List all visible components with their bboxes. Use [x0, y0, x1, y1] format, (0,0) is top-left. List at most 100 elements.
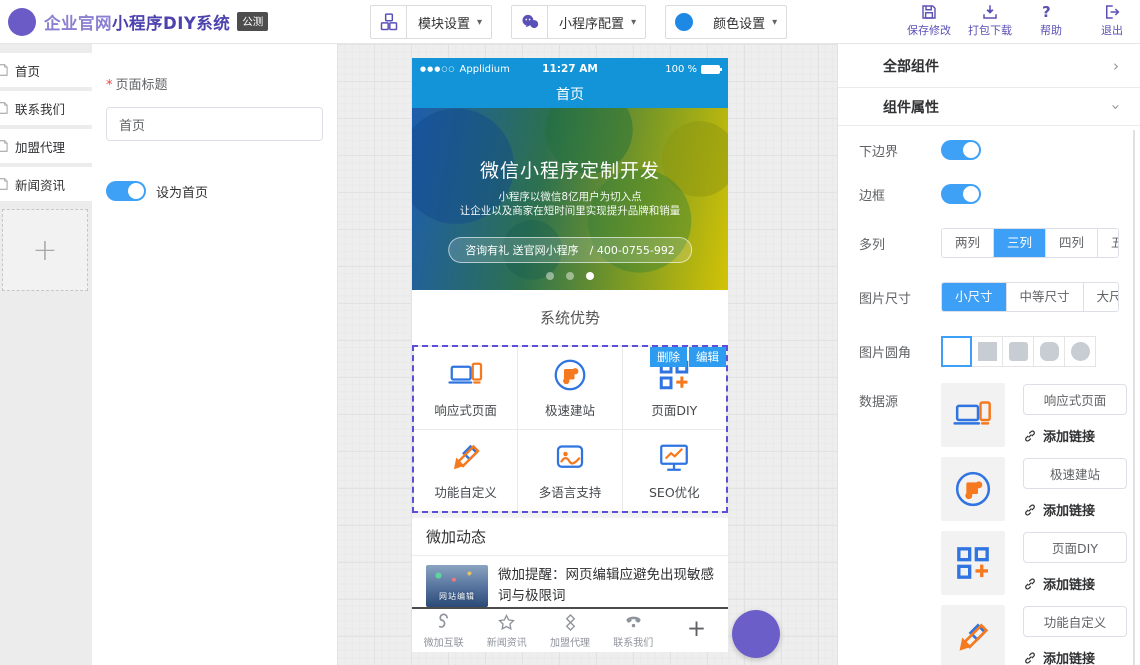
- tab-bar-item[interactable]: +: [665, 609, 728, 652]
- tab-bar-item[interactable]: 联系我们: [602, 609, 665, 652]
- fast-build-icon: [552, 357, 588, 393]
- diamond-icon: [561, 613, 580, 632]
- radius-option[interactable]: [941, 336, 972, 367]
- tab-bar-item[interactable]: 加盟代理: [538, 609, 601, 652]
- page-doc-icon: [0, 177, 10, 191]
- datasource-item: 添加链接: [941, 457, 1127, 521]
- tab-bar-item[interactable]: 微加互联: [412, 609, 475, 652]
- news-list-item[interactable]: 网站编辑 微加提醒：网页编辑应避免出现敏感词与极限词: [412, 556, 728, 607]
- advantage-cell[interactable]: 功能自定义: [414, 430, 517, 512]
- page-diy-icon: [953, 543, 993, 583]
- inspector-scrollbar[interactable]: [1133, 130, 1135, 665]
- datasource-title-input[interactable]: [1023, 458, 1127, 489]
- header-dropdown-button[interactable]: 模块设置 ▾: [370, 5, 492, 39]
- set-home-toggle[interactable]: [106, 181, 146, 201]
- custom-function-icon: [953, 617, 993, 657]
- carousel-dots: [412, 272, 728, 280]
- sidebar-page-item[interactable]: 首页: [0, 53, 92, 87]
- segment-option[interactable]: 中等尺寸: [1006, 283, 1083, 311]
- save-icon: [920, 3, 938, 21]
- add-link-button[interactable]: 添加链接: [1023, 648, 1127, 665]
- add-page-button[interactable]: +: [2, 209, 88, 291]
- page-title-input[interactable]: [106, 107, 323, 141]
- sidebar-page-item[interactable]: 加盟代理: [0, 129, 92, 163]
- radius-option[interactable]: [1034, 336, 1065, 367]
- tab-bar-item[interactable]: 新闻资讯: [475, 609, 538, 652]
- chain-link-icon: [1023, 429, 1037, 443]
- responsive-page-icon: [953, 395, 993, 435]
- wifi-icon: [514, 64, 526, 75]
- segment-option[interactable]: 三列: [993, 229, 1045, 257]
- preview-button[interactable]: [732, 610, 780, 658]
- caret-down-icon: ▾: [772, 17, 777, 28]
- radius-option[interactable]: [1003, 336, 1034, 367]
- add-link-button[interactable]: 添加链接: [1023, 426, 1127, 445]
- add-link-button[interactable]: 添加链接: [1023, 500, 1127, 519]
- carousel-dot[interactable]: [586, 272, 594, 280]
- header-action-button[interactable]: ? 帮助: [1029, 3, 1073, 38]
- header-dropdowns: 模块设置 ▾ 小程序配置 ▾ 颜色设置 ▾: [370, 5, 787, 39]
- required-asterisk: *: [106, 78, 113, 93]
- border-toggle[interactable]: [941, 184, 981, 204]
- radius-option[interactable]: [972, 336, 1003, 367]
- datasource-list: 添加链接 添加链接 添加链接 添加链接: [941, 383, 1127, 665]
- edit-component-button[interactable]: 编辑: [689, 347, 726, 367]
- chain-link-icon: [1023, 503, 1037, 517]
- add-link-button[interactable]: 添加链接: [1023, 574, 1127, 593]
- sidebar-page-item[interactable]: 联系我们: [0, 91, 92, 125]
- modules-cube-icon: [379, 12, 399, 32]
- segment-option[interactable]: 四列: [1045, 229, 1097, 257]
- chain-link-icon: [1023, 577, 1037, 591]
- segment-option[interactable]: 五列: [1097, 229, 1119, 257]
- custom-function-icon: [448, 439, 484, 475]
- weijia-swirl-icon: [8, 8, 36, 36]
- app-title: 企业官网小程序DIY系统: [44, 10, 230, 34]
- datasource-title-input[interactable]: [1023, 384, 1127, 415]
- header-dropdown-button[interactable]: 小程序配置 ▾: [511, 5, 646, 39]
- wechat-icon: [520, 12, 540, 32]
- battery-icon: [701, 65, 720, 74]
- all-components-row[interactable]: 全部组件 ›: [838, 44, 1140, 88]
- header-action-button[interactable]: 退出: [1090, 3, 1134, 38]
- header-action-button[interactable]: 保存修改: [907, 3, 951, 38]
- datasource-title-input[interactable]: [1023, 606, 1127, 637]
- news-component[interactable]: 微加动态 网站编辑 微加提醒：网页编辑应避免出现敏感词与极限词: [412, 518, 728, 607]
- star-icon: [497, 613, 516, 632]
- advantage-cell[interactable]: SEO优化: [623, 430, 726, 512]
- header-dropdown-button[interactable]: 颜色设置 ▾: [665, 5, 787, 39]
- news-thumbnail-caption: 网站编辑: [426, 591, 488, 602]
- phone-status-bar: ●●●○○ Applidium 11:27 AM 100 %: [412, 58, 728, 80]
- carousel-dot[interactable]: [566, 272, 574, 280]
- advantage-cell[interactable]: 极速建站: [518, 347, 621, 429]
- delete-component-button[interactable]: 删除: [650, 347, 687, 367]
- image-size-segmented-control: 小尺寸中等尺寸大尺寸: [941, 282, 1119, 312]
- news-section-title: 微加动态: [412, 518, 728, 556]
- header-action-button[interactable]: 打包下载: [968, 3, 1012, 38]
- selected-component-wrap: 删除 编辑 响应式页面 极速建站 页面DIY 功能自定义 多语言支持 SEO优化: [412, 345, 728, 513]
- banner-component[interactable]: 微信小程序定制开发 小程序以微信8亿用户为切入点 让企业以及商家在短时间里实现提…: [412, 108, 728, 290]
- datasource-title-input[interactable]: [1023, 532, 1127, 563]
- set-home-label: 设为首页: [156, 182, 208, 201]
- app-logo: 企业官网小程序DIY系统 公测: [0, 8, 268, 36]
- advantage-cell[interactable]: 多语言支持: [518, 430, 621, 512]
- phone-nav-title: 首页: [556, 84, 584, 104]
- color-circle-icon: [675, 13, 693, 31]
- banner-subtitle-2: 让企业以及商家在短时间里实现提升品牌和销量: [412, 203, 728, 218]
- datasource-item: 添加链接: [941, 605, 1127, 665]
- radius-option[interactable]: [1065, 336, 1096, 367]
- sidebar-page-item[interactable]: 新闻资讯: [0, 167, 92, 201]
- app-title-secondary: 小程序DIY系统: [112, 14, 230, 33]
- advantages-grid-component[interactable]: 响应式页面 极速建站 页面DIY 功能自定义 多语言支持 SEO优化: [412, 345, 728, 513]
- chain-link-icon: [1023, 651, 1037, 665]
- advantage-cell[interactable]: 响应式页面: [414, 347, 517, 429]
- segment-option[interactable]: 大尺寸: [1083, 283, 1119, 311]
- carousel-dot[interactable]: [546, 272, 554, 280]
- segment-option[interactable]: 两列: [942, 229, 993, 257]
- segment-option[interactable]: 小尺寸: [942, 283, 1006, 311]
- page-doc-icon: [0, 63, 10, 77]
- component-props-row[interactable]: 组件属性 ›: [838, 88, 1140, 126]
- bottom-border-label: 下边界: [859, 141, 941, 160]
- bottom-border-toggle[interactable]: [941, 140, 981, 160]
- columns-segmented-control: 两列三列四列五列: [941, 228, 1119, 258]
- banner-cta-pill[interactable]: 咨询有礼 送官网小程序 / 400-0755-992: [448, 237, 692, 263]
